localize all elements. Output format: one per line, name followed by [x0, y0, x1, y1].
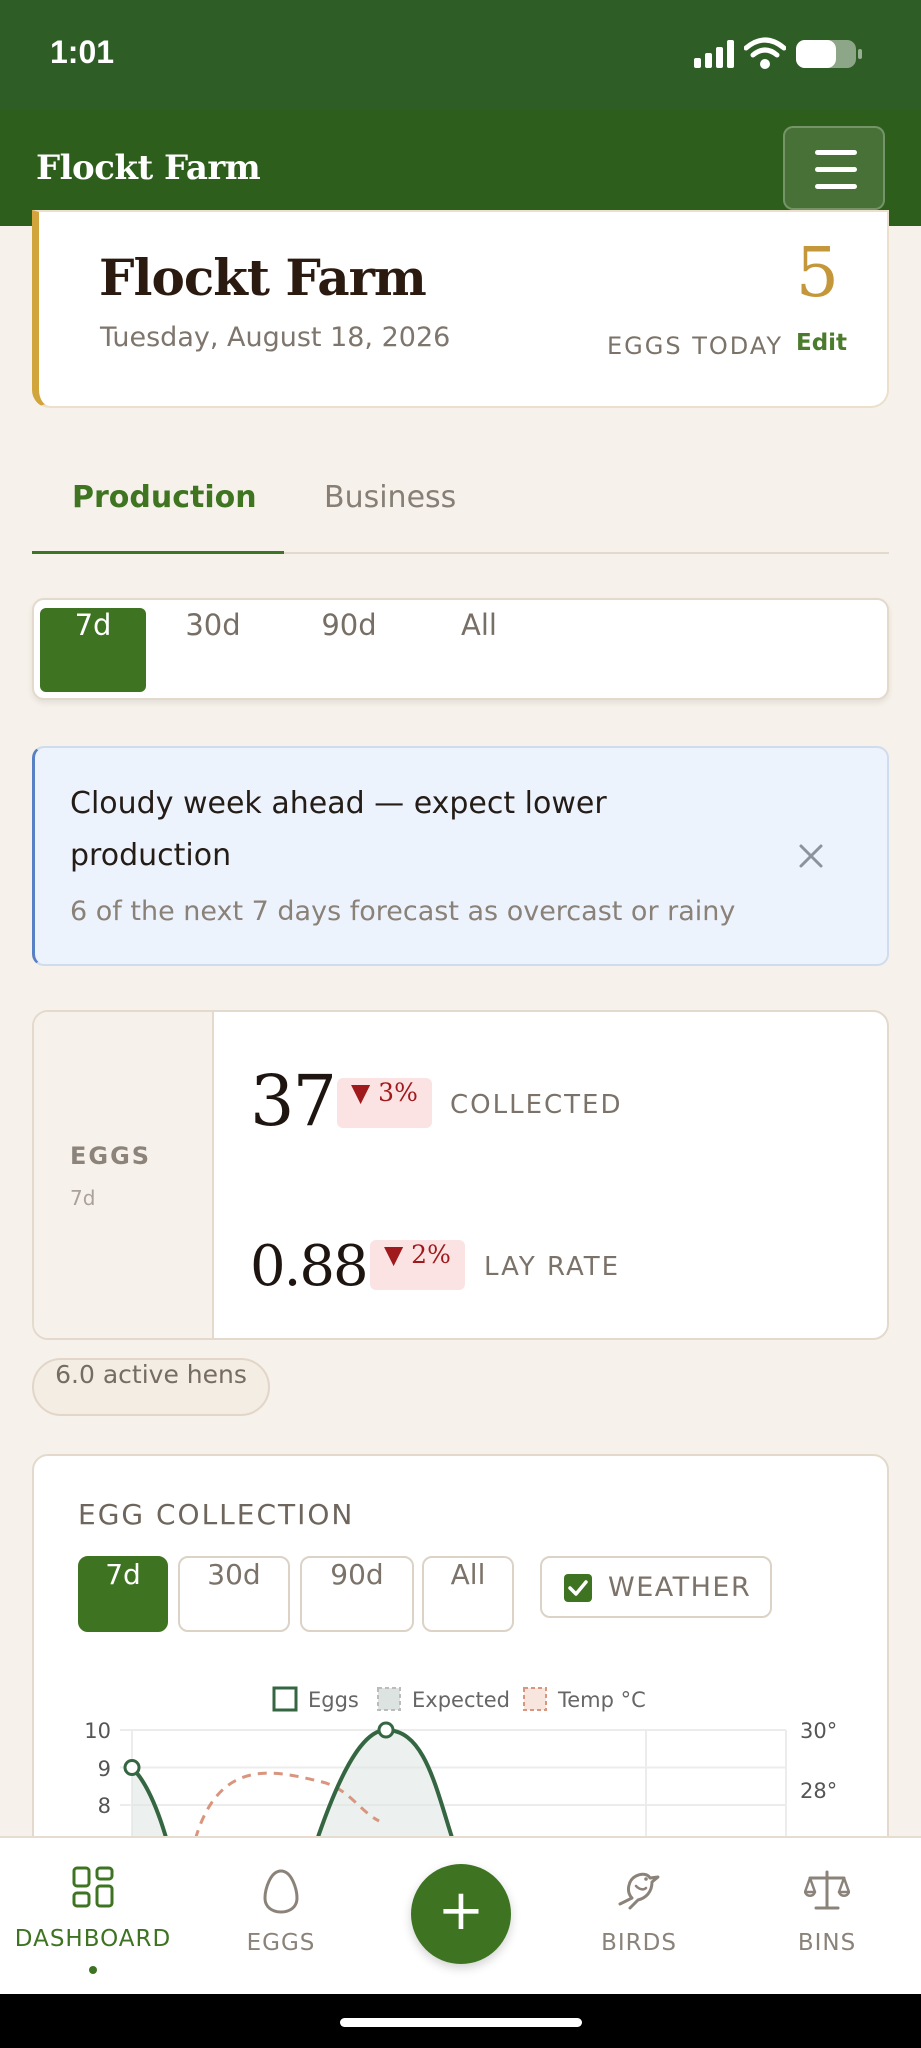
status-bar: 1:01: [0, 0, 921, 110]
collected-label: COLLECTED: [450, 1090, 623, 1120]
y-tick-8: 8: [98, 1794, 111, 1818]
alert-subtitle: 6 of the next 7 days forecast as overcas…: [70, 896, 736, 927]
bird-icon: [618, 1872, 660, 1910]
nav-birds-label: BIRDS: [601, 1930, 677, 1956]
add-fab-button[interactable]: +: [411, 1864, 511, 1964]
alert-title: Cloudy week ahead — expect lower product…: [70, 786, 607, 873]
app-title: Flockt Farm: [36, 148, 261, 188]
tab-production[interactable]: Production: [72, 480, 257, 515]
y-tick-10: 10: [84, 1719, 111, 1743]
y-tick-9: 9: [98, 1757, 111, 1781]
dashboard-icon: [72, 1866, 114, 1908]
lay-rate-label: LAY RATE: [484, 1252, 621, 1282]
active-tab-indicator: [32, 551, 284, 554]
egg-stats-card: EGGS 7d 37 ▼ 3% COLLECTED 0.88 ▼ 2% LAY …: [32, 1010, 889, 1340]
nav-bins-label: BINS: [797, 1930, 857, 1956]
app-header: Flockt Farm: [0, 110, 921, 226]
nav-eggs-label: EGGS: [246, 1930, 316, 1956]
farm-summary-card: Flockt Farm Tuesday, August 18, 2026 5 E…: [32, 210, 889, 408]
battery-icon: [796, 40, 862, 68]
home-indicator: [340, 2018, 582, 2027]
range-7d-button[interactable]: 7d: [40, 608, 146, 692]
edit-eggs-today-link[interactable]: Edit: [796, 330, 847, 356]
signal-icon: [694, 40, 734, 68]
eggs-today-label: EGGS TODAY: [607, 332, 784, 360]
egg-icon: [263, 1869, 299, 1914]
legend-expected-swatch: [377, 1687, 401, 1711]
collected-delta-badge: ▼ 3%: [337, 1078, 432, 1128]
chart-legend: Eggs Expected Temp °C: [272, 1686, 646, 1712]
legend-temp-label: Temp °C: [557, 1688, 646, 1712]
tab-business[interactable]: Business: [324, 480, 456, 515]
farm-date: Tuesday, August 18, 2026: [100, 322, 451, 353]
legend-temp-swatch: [523, 1687, 547, 1711]
close-icon[interactable]: [797, 842, 825, 870]
legend-eggs-swatch: [272, 1686, 298, 1712]
wifi-icon: [744, 37, 786, 69]
stats-section-label: EGGS 7d: [34, 1012, 214, 1338]
legend-eggs-label: Eggs: [308, 1688, 359, 1712]
stats-label: EGGS: [70, 1142, 152, 1170]
lay-rate-delta-badge: ▼ 2%: [370, 1240, 465, 1290]
legend-expected-label: Expected: [412, 1688, 510, 1712]
y-right-tick-28: 28°: [800, 1779, 837, 1803]
range-90d-button[interactable]: 90d: [294, 608, 404, 692]
range-all-button[interactable]: All: [434, 608, 524, 692]
active-hens-pill: 6.0 active hens: [32, 1358, 270, 1416]
farm-name: Flockt Farm: [99, 248, 427, 307]
status-time: 1:01: [50, 34, 115, 70]
bottom-navigation: DASHBOARD EGGS + BIRDS BINS: [0, 1836, 921, 1994]
eggs-today-count: 5: [795, 234, 839, 313]
stats-period: 7d: [70, 1186, 96, 1210]
weather-alert: Cloudy week ahead — expect lower product…: [32, 746, 889, 966]
menu-button[interactable]: [783, 126, 885, 210]
eggs-point: [377, 1721, 395, 1739]
collected-value: 37: [250, 1060, 337, 1142]
plus-icon: +: [437, 1878, 485, 1943]
nav-eggs[interactable]: EGGS: [206, 1838, 356, 1996]
eggs-point: [123, 1759, 141, 1776]
active-nav-dot: [89, 1966, 97, 1974]
nav-dashboard-label: DASHBOARD: [14, 1926, 172, 1952]
range-30d-button[interactable]: 30d: [158, 608, 268, 692]
scale-icon: [804, 1870, 850, 1910]
y-right-tick-30: 30°: [800, 1719, 837, 1743]
range-selector: 7d 30d 90d All: [32, 598, 889, 700]
nav-dashboard[interactable]: DASHBOARD: [0, 1838, 186, 1996]
section-tabs: Production Business: [32, 470, 889, 554]
lay-rate-value: 0.88: [250, 1234, 369, 1299]
nav-bins[interactable]: BINS: [754, 1838, 900, 1996]
nav-birds[interactable]: BIRDS: [566, 1838, 712, 1996]
